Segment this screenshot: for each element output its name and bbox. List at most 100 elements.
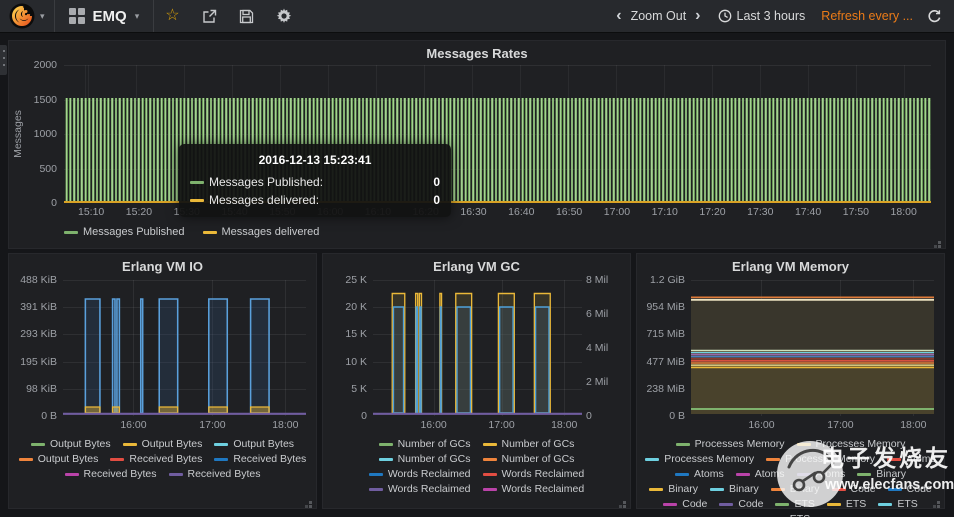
- legend-item[interactable]: Code: [663, 497, 707, 511]
- legend-item[interactable]: Messages Published: [64, 226, 185, 238]
- x-tick: 16:00: [420, 419, 446, 431]
- panel-resize-handle[interactable]: [623, 501, 626, 504]
- panel-title[interactable]: Erlang VM Memory: [637, 254, 944, 274]
- y-tick: 1.2 GiB: [650, 274, 685, 286]
- legend-item[interactable]: Processes Memory: [797, 437, 906, 451]
- legend-item[interactable]: Atoms: [675, 467, 724, 481]
- save-icon: [239, 9, 254, 24]
- legend-item[interactable]: ETS: [827, 497, 866, 511]
- time-forward-button[interactable]: ›: [686, 8, 709, 24]
- legend-item[interactable]: Words Reclaimed: [369, 467, 471, 481]
- series-color-dash: [827, 503, 841, 506]
- tooltip-label: Messages Published:: [209, 175, 323, 189]
- legend-label: Output Bytes: [50, 437, 111, 451]
- legend-item[interactable]: Code: [719, 497, 763, 511]
- legend-item[interactable]: Binary: [710, 482, 759, 496]
- plot-area[interactable]: [691, 280, 934, 416]
- x-tick: 17:00: [827, 419, 853, 431]
- share-dashboard-button[interactable]: [191, 0, 228, 32]
- legend-item[interactable]: ETS: [771, 512, 810, 517]
- legend-label: Words Reclaimed: [388, 482, 471, 496]
- legend-item[interactable]: ETS: [775, 497, 814, 511]
- legend-item[interactable]: Output Bytes: [31, 437, 111, 451]
- legend-item[interactable]: Code: [888, 482, 932, 496]
- x-tick: 17:30: [747, 206, 773, 219]
- x-axis-ticks: 16:00 17:00 18:00: [373, 419, 582, 432]
- side-menu-toggle[interactable]: [0, 45, 7, 75]
- refresh-button[interactable]: [921, 9, 942, 24]
- legend-item[interactable]: Binary: [857, 467, 906, 481]
- legend-label: Received Bytes: [84, 467, 157, 481]
- series-color-dash: [710, 488, 724, 491]
- refresh-interval-picker[interactable]: Refresh every ...: [813, 9, 921, 23]
- legend-label: Messages Published: [83, 226, 185, 238]
- time-back-button[interactable]: ‹: [607, 8, 630, 24]
- legend-item[interactable]: Number of GCs: [379, 452, 471, 466]
- dashboard-picker[interactable]: EMQ ▾: [55, 0, 154, 32]
- panel-title[interactable]: Messages Rates: [9, 41, 945, 61]
- x-tick: 17:20: [699, 206, 725, 219]
- legend-label: Binary: [668, 482, 698, 496]
- legend-item[interactable]: Received Bytes: [169, 467, 261, 481]
- legend-item[interactable]: Received Bytes: [65, 467, 157, 481]
- x-tick: 17:40: [795, 206, 821, 219]
- legend-item[interactable]: Number of GCs: [483, 437, 575, 451]
- dashboard-settings-button[interactable]: [265, 0, 303, 32]
- legend-label: Atoms: [755, 467, 785, 481]
- save-dashboard-button[interactable]: [228, 0, 265, 32]
- tooltip-label: Messages delivered:: [209, 193, 319, 207]
- series-color-dash: [878, 503, 892, 506]
- star-icon: ☆: [165, 8, 179, 24]
- legend-label: Processes Memory: [695, 437, 785, 451]
- zoom-out-button[interactable]: Zoom Out: [631, 9, 687, 23]
- panel-title[interactable]: Erlang VM GC: [323, 254, 630, 274]
- star-dashboard-button[interactable]: ☆: [154, 0, 190, 32]
- legend-label: Code: [907, 482, 932, 496]
- legend-label: Number of GCs: [398, 437, 471, 451]
- legend-item[interactable]: Messages delivered: [203, 226, 320, 238]
- legend-item[interactable]: Received Bytes: [214, 452, 306, 466]
- legend-item[interactable]: Output Bytes: [214, 437, 294, 451]
- series-color-dash: [214, 443, 228, 446]
- legend-item[interactable]: ETS: [878, 497, 917, 511]
- legend-item[interactable]: Binary: [771, 482, 820, 496]
- y-tick: 20 K: [345, 301, 367, 313]
- legend-item[interactable]: Processes Memory: [645, 452, 754, 466]
- legend-item[interactable]: Words Reclaimed: [483, 467, 585, 481]
- gridline: [64, 65, 931, 66]
- legend-item[interactable]: Binary: [649, 482, 698, 496]
- time-range-picker[interactable]: Last 3 hours: [710, 9, 814, 23]
- plot-area[interactable]: [63, 280, 306, 416]
- panel-resize-handle[interactable]: [309, 501, 312, 504]
- legend-item[interactable]: Processes Memory: [676, 437, 785, 451]
- legend-item[interactable]: Output Bytes: [123, 437, 203, 451]
- legend-item[interactable]: Atoms: [797, 467, 846, 481]
- x-tick: 18:00: [891, 206, 917, 219]
- grafana-logo-button[interactable]: ▾: [0, 0, 54, 32]
- legend-label: Number of GCs: [502, 437, 575, 451]
- legend-item[interactable]: Received Bytes: [110, 452, 202, 466]
- panel-resize-handle[interactable]: [938, 241, 941, 244]
- y-tick: 25 K: [345, 274, 367, 286]
- panel-resize-handle[interactable]: [937, 501, 940, 504]
- x-tick: 17:10: [652, 206, 678, 219]
- x-axis-ticks: 16:00 17:00 18:00: [63, 419, 306, 432]
- series-color-dash: [123, 443, 137, 446]
- panel-title[interactable]: Erlang VM IO: [9, 254, 316, 274]
- legend-item[interactable]: Words Reclaimed: [483, 482, 585, 496]
- legend-item[interactable]: Processes Memory: [766, 452, 875, 466]
- legend-item[interactable]: Number of GCs: [379, 437, 471, 451]
- legend-item[interactable]: Output Bytes: [19, 452, 99, 466]
- legend-item[interactable]: Words Reclaimed: [369, 482, 471, 496]
- y-tick: 15 K: [345, 328, 367, 340]
- legend-item[interactable]: Code: [832, 482, 876, 496]
- panel-erlang-vm-io: Erlang VM IO 488 KiB391 KiB293 KiB195 Ki…: [8, 253, 317, 509]
- series-color-dash: [31, 443, 45, 446]
- legend-item[interactable]: Atoms: [736, 467, 785, 481]
- legend-label: Received Bytes: [129, 452, 202, 466]
- legend-item[interactable]: Atoms: [887, 452, 936, 466]
- legend-item[interactable]: Number of GCs: [483, 452, 575, 466]
- memory-legend: Processes MemoryProcesses MemoryProcesse…: [637, 437, 944, 517]
- series-color-dash: [736, 473, 750, 476]
- plot-area[interactable]: [373, 280, 582, 416]
